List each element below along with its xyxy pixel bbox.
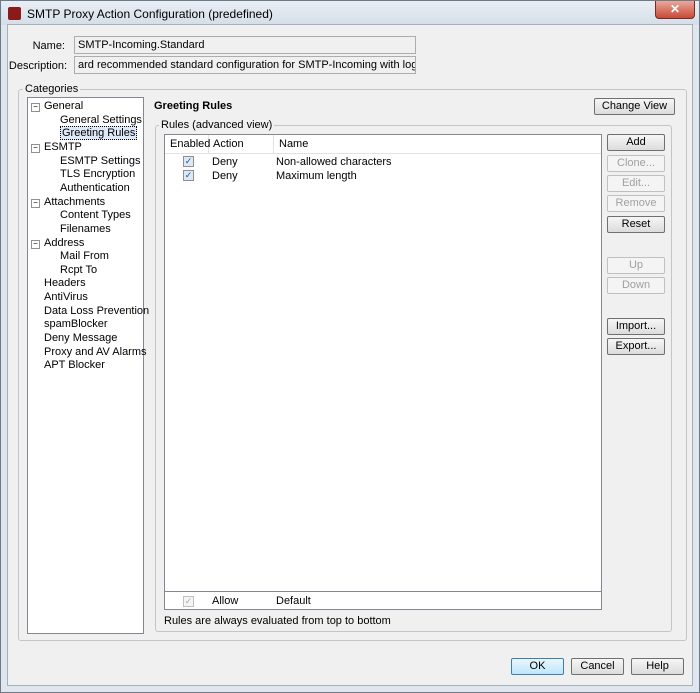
tree-item[interactable]: spamBlocker <box>44 318 108 330</box>
tree-item-label: spamBlocker <box>44 318 108 331</box>
remove-button[interactable]: Remove <box>607 195 665 212</box>
app-icon <box>8 7 21 20</box>
edit-button[interactable]: Edit... <box>607 175 665 192</box>
tree-item-label: Address <box>44 236 85 249</box>
tree-item[interactable]: Greeting Rules <box>60 126 138 141</box>
panel-title: Greeting Rules <box>154 100 233 112</box>
tree-item[interactable]: Content Types <box>60 209 131 221</box>
rule-name: Non-allowed characters <box>276 156 392 168</box>
tree-item-label: Greeting Rules <box>60 126 138 141</box>
tree-item-label: Attachments <box>44 195 106 208</box>
tree-item-label: Headers <box>44 277 86 290</box>
change-view-button[interactable]: Change View <box>594 98 675 115</box>
default-action: Allow <box>212 595 239 607</box>
tree-item[interactable]: Headers <box>44 277 86 289</box>
tree-item[interactable]: Deny Message <box>44 332 117 344</box>
tree-item[interactable]: Authentication <box>60 182 130 194</box>
tree-item[interactable]: Data Loss Prevention <box>44 305 149 317</box>
default-enabled-checkbox: ✓ <box>183 596 194 607</box>
tree-item[interactable]: Proxy and AV Alarms <box>44 346 147 358</box>
tree-item-label: Rcpt To <box>60 263 98 276</box>
tree-item[interactable]: AntiVirus <box>44 291 88 303</box>
import-button[interactable]: Import... <box>607 318 665 335</box>
tree-item-label: General Settings <box>60 113 142 126</box>
close-button[interactable]: ✕ <box>655 1 695 19</box>
tree-item[interactable]: TLS Encryption <box>60 168 135 180</box>
clone-button[interactable]: Clone... <box>607 155 665 172</box>
collapse-icon[interactable]: − <box>31 239 40 249</box>
rule-name: Maximum length <box>276 170 357 182</box>
categories-tree[interactable]: − General General Settings Greeting Rules − E… <box>27 97 149 634</box>
tree-item[interactable]: Address <box>44 237 84 249</box>
rules-table: Enabled Action Name ✓ Deny Non-allowed cha… <box>164 134 602 610</box>
tree-item-label: Mail From <box>60 250 109 263</box>
tree-item-label: Proxy and AV Alarms <box>44 345 147 358</box>
down-button[interactable]: Down <box>607 277 665 294</box>
tree-item-label: Deny Message <box>44 332 118 345</box>
title-bar[interactable]: SMTP Proxy Action Configuration (predefi… <box>1 1 699 25</box>
categories-label: Categories <box>23 83 81 95</box>
tree-item[interactable]: APT Blocker <box>44 359 105 371</box>
tree-item-label: Authentication <box>60 181 130 194</box>
tree-item[interactable]: ESMTP Settings <box>60 155 141 167</box>
tree-item-label: ESMTP <box>44 140 82 153</box>
tree-item[interactable]: ESMTP <box>44 141 82 153</box>
tree-item[interactable]: Attachments <box>44 196 105 208</box>
tree-item-label: Data Loss Prevention <box>44 304 150 317</box>
name-field[interactable]: SMTP-Incoming.Standard <box>74 36 416 54</box>
evaluation-note: Rules are always evaluated from top to b… <box>164 615 391 627</box>
table-row[interactable]: ✓ Deny Maximum length <box>165 169 601 183</box>
table-row[interactable]: ✓ Deny Non-allowed characters <box>165 155 601 169</box>
default-rule-row: ✓ Allow Default <box>165 591 601 610</box>
ok-button[interactable]: OK <box>511 658 564 675</box>
rules-group-label: Rules (advanced view) <box>159 119 275 131</box>
tree-item[interactable]: General <box>44 100 83 112</box>
rule-action: Deny <box>212 156 238 168</box>
name-label: Name: <box>32 40 65 52</box>
enabled-checkbox[interactable]: ✓ <box>183 156 194 167</box>
cancel-button[interactable]: Cancel <box>571 658 624 675</box>
tree-item-label: ESMTP Settings <box>60 154 141 167</box>
tree-item-label: TLS Encryption <box>60 168 136 181</box>
tree-item-label: AntiVirus <box>44 291 88 304</box>
tree-item-label: Content Types <box>60 209 131 222</box>
collapse-icon[interactable]: − <box>31 198 40 208</box>
description-field[interactable]: ard recommended standard configuration f… <box>74 56 416 74</box>
window-title: SMTP Proxy Action Configuration (predefi… <box>27 7 273 21</box>
up-button[interactable]: Up <box>607 257 665 274</box>
column-action[interactable]: Action <box>209 135 274 153</box>
description-label: Description: <box>8 60 67 72</box>
collapse-icon[interactable]: − <box>31 143 40 153</box>
tree-item[interactable]: Mail From <box>60 250 109 262</box>
tree-item-label: General <box>44 100 84 112</box>
enabled-checkbox[interactable]: ✓ <box>183 170 194 181</box>
table-header: Enabled Action Name <box>165 135 601 154</box>
tree-item-label: APT Blocker <box>44 359 105 372</box>
tree-item-label: Filenames <box>60 222 111 235</box>
add-button[interactable]: Add <box>607 134 665 151</box>
tree-item[interactable]: General Settings <box>60 114 142 126</box>
default-name: Default <box>276 595 311 607</box>
tree-item[interactable]: Filenames <box>60 223 111 235</box>
help-button[interactable]: Help <box>631 658 684 675</box>
column-name[interactable]: Name <box>274 135 601 153</box>
tree-item[interactable]: Rcpt To <box>60 264 97 276</box>
column-enabled[interactable]: Enabled <box>165 135 210 153</box>
export-button[interactable]: Export... <box>607 338 665 355</box>
collapse-icon[interactable]: − <box>31 103 40 112</box>
reset-button[interactable]: Reset <box>607 216 665 233</box>
rule-action: Deny <box>212 170 238 182</box>
